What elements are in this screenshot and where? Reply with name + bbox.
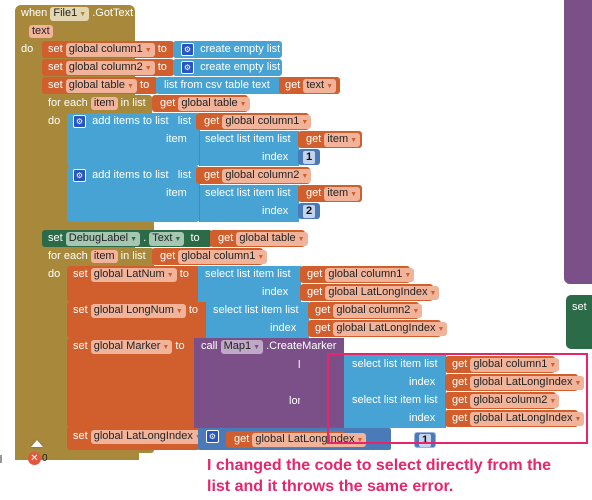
warning-toggle-icon[interactable]	[31, 440, 43, 447]
set-debuglabel-text-block[interactable]: set DebugLabel ▼ . Text ▼ to	[42, 230, 212, 247]
get-global-column2-longnum[interactable]: get global column2 ▼	[308, 302, 423, 319]
error-count: 0	[42, 453, 48, 464]
number-block-2[interactable]: 2	[298, 203, 320, 219]
when-label: when	[21, 7, 48, 19]
get-global-table-block-2[interactable]: get global table ▼	[210, 230, 308, 247]
gear-icon[interactable]: ⚙	[181, 60, 194, 74]
var-dropdown-column2: global column2 ▼	[65, 61, 155, 75]
highlight-box	[327, 353, 588, 444]
var-dropdown-column1: global column1 ▼	[65, 43, 155, 57]
property-dropdown-text: Text ▼	[149, 232, 185, 246]
get-global-column2-block[interactable]: get global column2 ▼	[196, 167, 312, 184]
list-from-csv-table-block[interactable]: list from csv table text	[156, 77, 286, 94]
loop-var-item: item	[90, 97, 118, 110]
component-dropdown-map1: Map1 ▼	[220, 340, 264, 354]
gear-icon[interactable]: ⚙	[206, 430, 219, 443]
set-global-longnum-block[interactable]: set global LongNum ▼ to	[67, 302, 209, 338]
component-dropdown-file1[interactable]: File1 ▼	[50, 7, 90, 21]
set-global-column1-block[interactable]: set global column1 ▼ to	[42, 41, 174, 58]
offscreen-purple-block[interactable]	[564, 0, 592, 284]
get-global-latlongindex-latnum[interactable]: get global LatLongIndex ▼	[300, 284, 440, 301]
get-global-column1-block-loop[interactable]: get global column1 ▼	[152, 248, 268, 265]
annotation-line-2: list and it throws the same error.	[207, 478, 454, 495]
gear-icon[interactable]: ⚙	[73, 168, 86, 182]
set-global-column2-block[interactable]: set global column2 ▼ to	[42, 59, 174, 76]
event-name: .GotText	[92, 7, 134, 19]
offscreen-set-label: set	[572, 301, 587, 313]
get-global-table-block[interactable]: get global table ▼	[152, 95, 250, 112]
param-text[interactable]: text	[29, 25, 53, 38]
number-block-1[interactable]: 1	[298, 149, 320, 165]
create-empty-list-block-1[interactable]: ⚙ create empty list	[173, 41, 282, 58]
loop-var-item-2: item	[90, 250, 118, 263]
offscreen-set-block[interactable]: set	[566, 295, 592, 349]
do-label: do	[21, 43, 34, 55]
get-item-block-2[interactable]: get item ▼	[298, 185, 362, 202]
set-global-latlongindex-block[interactable]: set global LatLongIndex▼ to	[67, 428, 217, 450]
gear-icon[interactable]: ⚙	[181, 42, 194, 56]
error-icon[interactable]: ✕	[28, 452, 41, 465]
component-dropdown-debuglabel: DebugLabel ▼	[65, 232, 141, 246]
get-item-block-1[interactable]: get item ▼	[298, 131, 362, 148]
set-global-latnum-block[interactable]: set global LatNum ▼ to	[67, 266, 200, 302]
get-global-column1-latnum[interactable]: get global column1 ▼	[300, 266, 415, 283]
get-global-latlongindex-longnum[interactable]: get global LatLongIndex ▼	[308, 320, 448, 337]
var-dropdown-table: global table ▼	[65, 79, 137, 93]
gear-icon[interactable]: ⚙	[73, 114, 86, 128]
get-text-block[interactable]: get text ▼	[279, 77, 340, 94]
do-label: do	[48, 115, 61, 127]
set-global-marker-block[interactable]: set global Marker ▼ to	[67, 338, 197, 428]
get-global-column1-block[interactable]: get global column1 ▼	[196, 113, 312, 130]
set-global-table-block[interactable]: set global table ▼ to	[42, 77, 158, 94]
do-label: do	[48, 268, 61, 280]
create-empty-list-block-2[interactable]: ⚙ create empty list	[173, 59, 282, 76]
annotation-line-1: I changed the code to select directly fr…	[207, 457, 552, 474]
